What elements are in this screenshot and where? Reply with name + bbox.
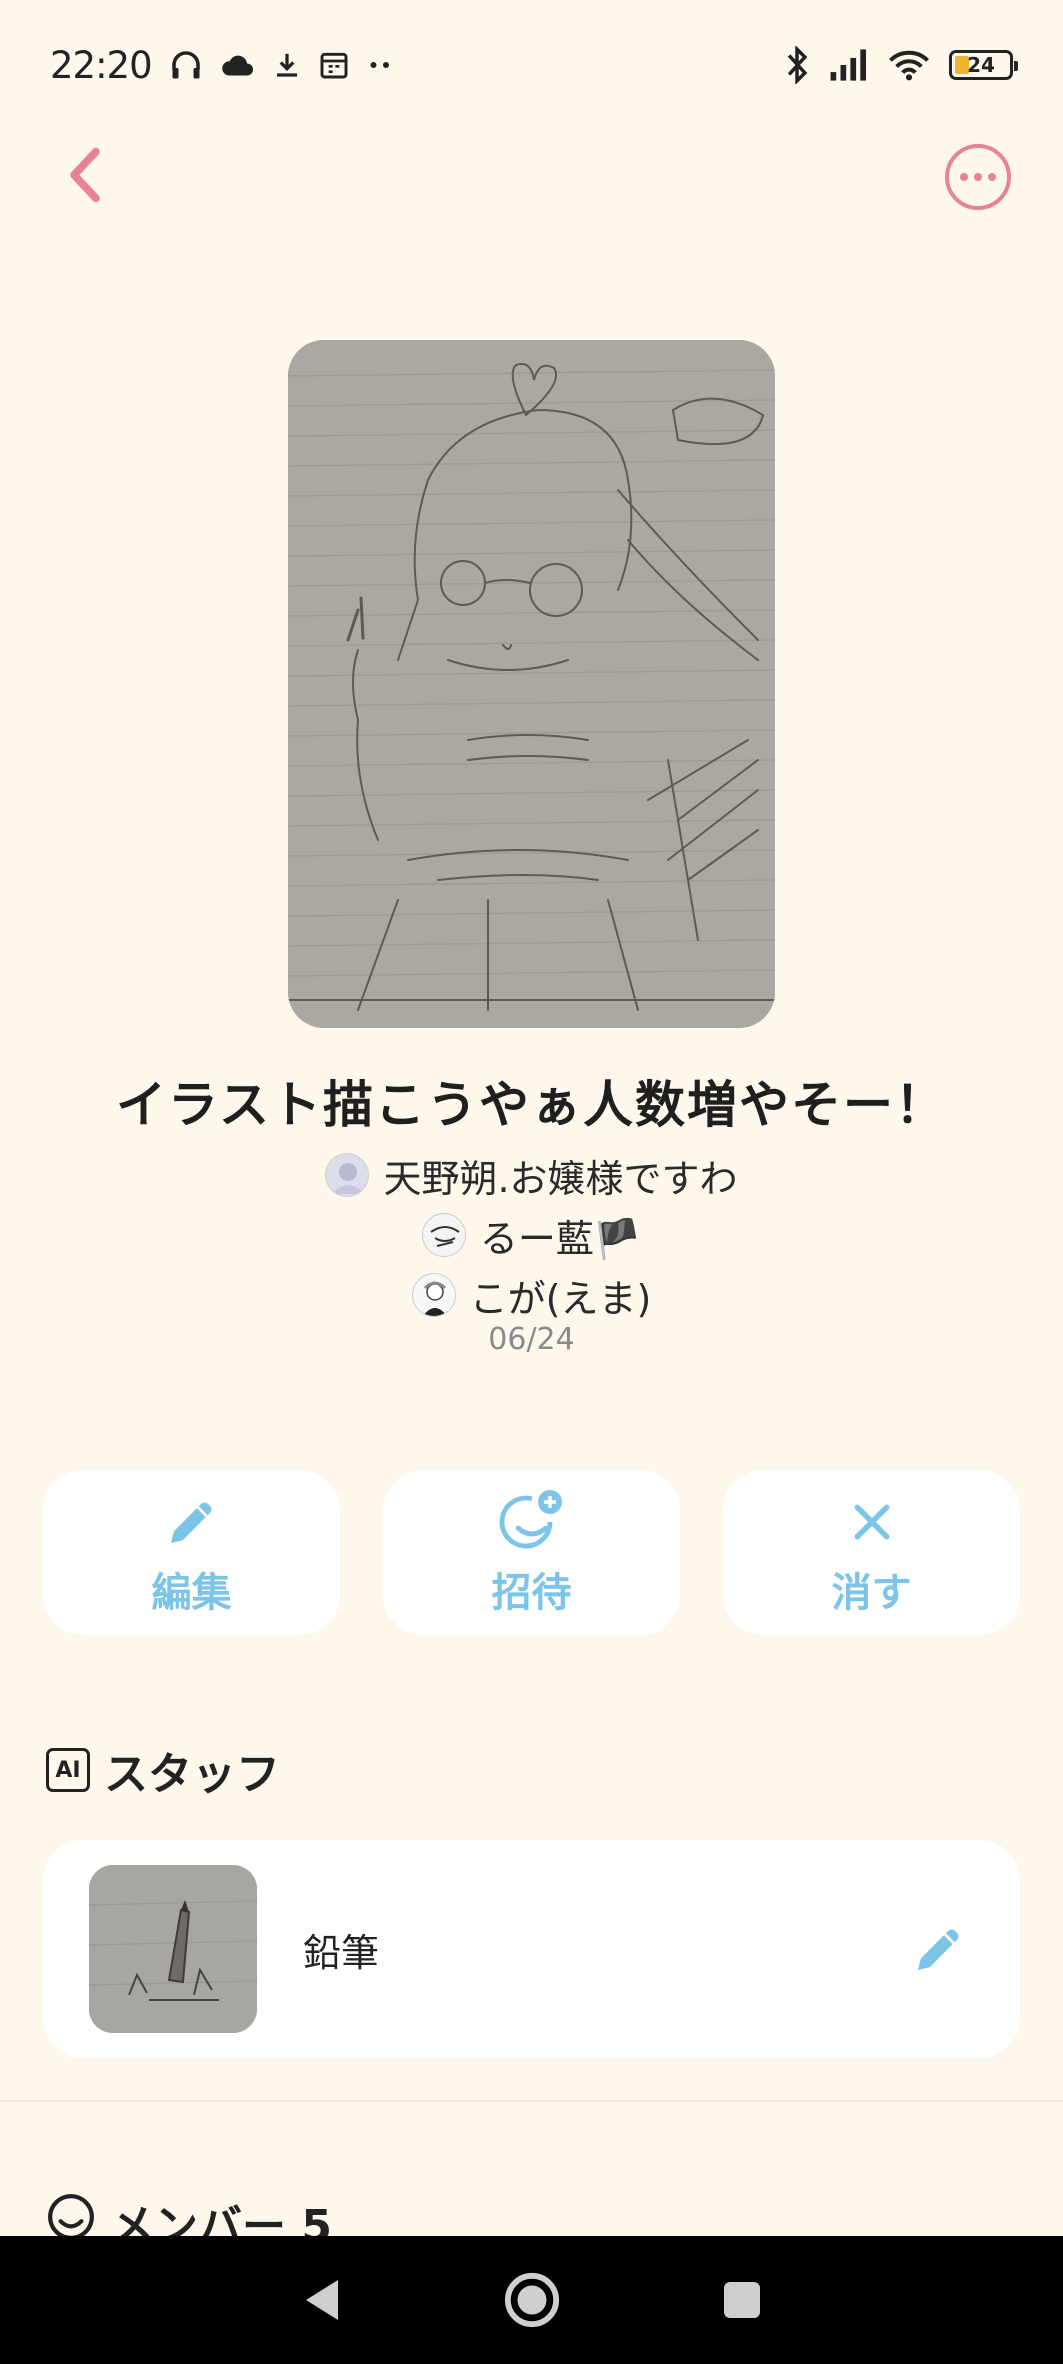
edit-label: 編集 (151, 1569, 232, 1616)
staff-name: 鉛筆 (303, 1930, 380, 1975)
more-dots-icon (366, 59, 396, 71)
chevron-left-icon (70, 147, 100, 203)
edit-button[interactable]: 編集 (43, 1470, 340, 1635)
delete-label: 消す (831, 1569, 912, 1616)
battery-icon: 24 (949, 50, 1018, 80)
author-name: 天野朔.お嬢様ですわ (383, 1156, 738, 1201)
invite-label: 招待 (491, 1569, 572, 1616)
work-title: イラスト描こうやぁ人数増やそー！ (116, 1076, 947, 1134)
status-time: 22:20 (50, 43, 153, 87)
avatar (325, 1153, 370, 1197)
more-dot (988, 173, 996, 181)
home-circle-icon[interactable] (502, 2270, 562, 2330)
invite-button[interactable]: 招待 (383, 1470, 680, 1635)
author-item[interactable]: こが(えま) (0, 1265, 1063, 1325)
close-icon (850, 1488, 894, 1556)
system-nav-bar (0, 2236, 1063, 2364)
staff-item[interactable]: 鉛筆 (43, 1840, 1020, 2058)
author-name: るー藍🏴 (479, 1216, 642, 1261)
download-icon (272, 50, 302, 80)
delete-button[interactable]: 消す (723, 1470, 1020, 1635)
headphones-icon (168, 47, 204, 83)
divider (0, 2100, 1063, 2102)
more-horizontal-icon (960, 173, 968, 181)
pencil-icon (164, 1488, 220, 1556)
cover-image[interactable] (288, 340, 775, 1028)
action-bar: 編集 招待 消す (43, 1470, 1020, 1635)
avatar (411, 1273, 456, 1317)
wifi-icon (887, 48, 931, 82)
back-triangle-icon[interactable] (292, 2270, 352, 2330)
avatar (421, 1213, 466, 1257)
author-item[interactable]: 天野朔.お嬢様ですわ (0, 1145, 1063, 1205)
back-button[interactable] (55, 140, 115, 210)
more-options-button[interactable] (945, 144, 1011, 210)
cloud-icon (220, 51, 256, 79)
author-item[interactable]: るー藍🏴 (0, 1205, 1063, 1265)
staff-section-title: スタッフ (104, 1749, 280, 1800)
ai-icon: AI (46, 1748, 90, 1792)
staff-thumbnail (89, 1865, 257, 2033)
pencil-icon (918, 1929, 959, 1970)
recents-square-icon[interactable] (712, 2270, 772, 2330)
author-list: 天野朔.お嬢様ですわ るー藍🏴 こが(えま) (0, 1145, 1063, 1325)
battery-level: 24 (967, 53, 995, 77)
add-face-icon (498, 1488, 566, 1556)
signal-icon (829, 48, 869, 82)
work-date: 06/24 (488, 1322, 575, 1357)
calendar-icon (318, 49, 350, 81)
author-name: こが(えま) (469, 1276, 652, 1321)
staff-edit-button[interactable] (904, 1914, 974, 1984)
bluetooth-icon (783, 46, 811, 84)
staff-section-header: AI スタッフ (46, 1738, 280, 1802)
sketch-illustration (288, 340, 775, 1028)
status-bar: 22:20 24 (0, 0, 1063, 130)
more-dot (974, 173, 982, 181)
